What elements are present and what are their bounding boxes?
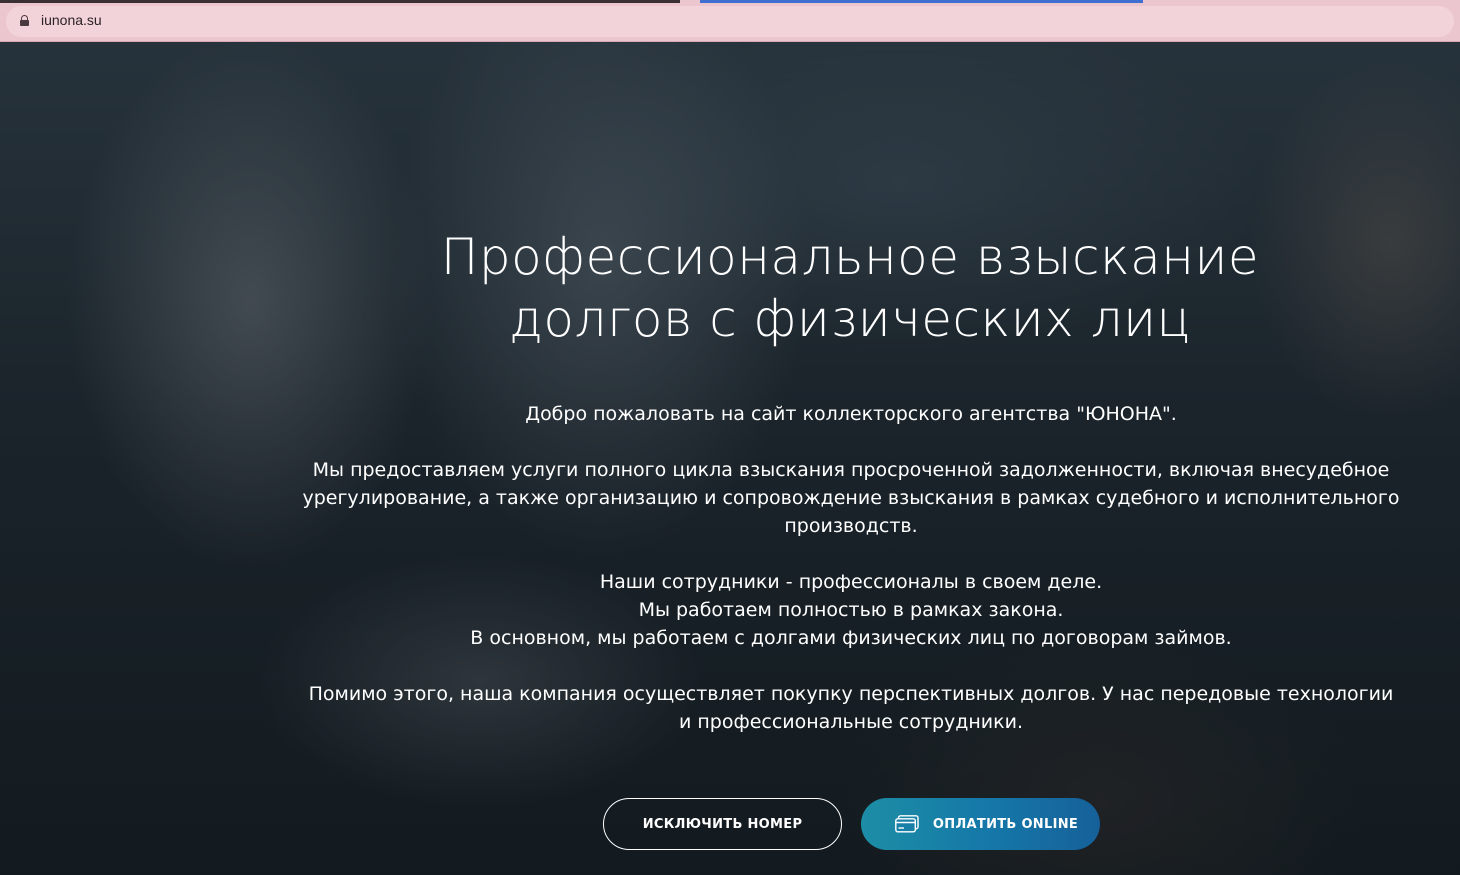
hero-title-line: Профессиональное взыскание [440,228,1260,286]
text-line: Мы работаем полностью в рамках закона. [638,599,1064,621]
text-line: В основном, мы работаем с долгами физиче… [470,627,1232,649]
hero-section: Профессиональное взыскание долгов с физи… [0,42,1460,875]
exclude-number-label: ИСКЛЮЧИТЬ НОМЕР [642,816,803,832]
browser-address-bar: iunona.su [0,0,1460,42]
url-field[interactable] [6,6,1454,37]
hero-title-line: долгов с физических лиц [508,290,1192,348]
text-line: Помимо этого, наша компания осуществляет… [308,683,1394,733]
pay-online-label: ОПЛАТИТЬ ONLINE [932,816,1079,832]
exclude-number-button[interactable]: ИСКЛЮЧИТЬ НОМЕР [603,798,842,850]
services-paragraph: Мы предоставляем услуги полного цикла вз… [300,456,1402,540]
credit-card-icon [895,815,919,833]
debt-purchase-paragraph: Помимо этого, наша компания осуществляет… [300,680,1402,736]
lock-icon[interactable] [20,15,29,26]
welcome-paragraph: Добро пожаловать на сайт коллекторского … [300,400,1402,428]
text-line: Добро пожаловать на сайт коллекторского … [525,403,1177,425]
text-line: Наши сотрудники - профессионалы в своем … [599,571,1103,593]
url-text[interactable]: iunona.su [41,12,102,28]
hero-description: Добро пожаловать на сайт коллекторского … [300,400,1402,736]
text-line: Мы предоставляем услуги полного цикла вз… [302,459,1400,537]
page-load-progress [0,0,680,3]
hero-title: Профессиональное взыскание долгов с физи… [330,226,1370,350]
pay-online-button[interactable]: ОПЛАТИТЬ ONLINE [861,798,1100,850]
team-paragraph: Наши сотрудники - профессионалы в своем … [300,568,1402,652]
page-load-progress-segment [700,0,1143,3]
